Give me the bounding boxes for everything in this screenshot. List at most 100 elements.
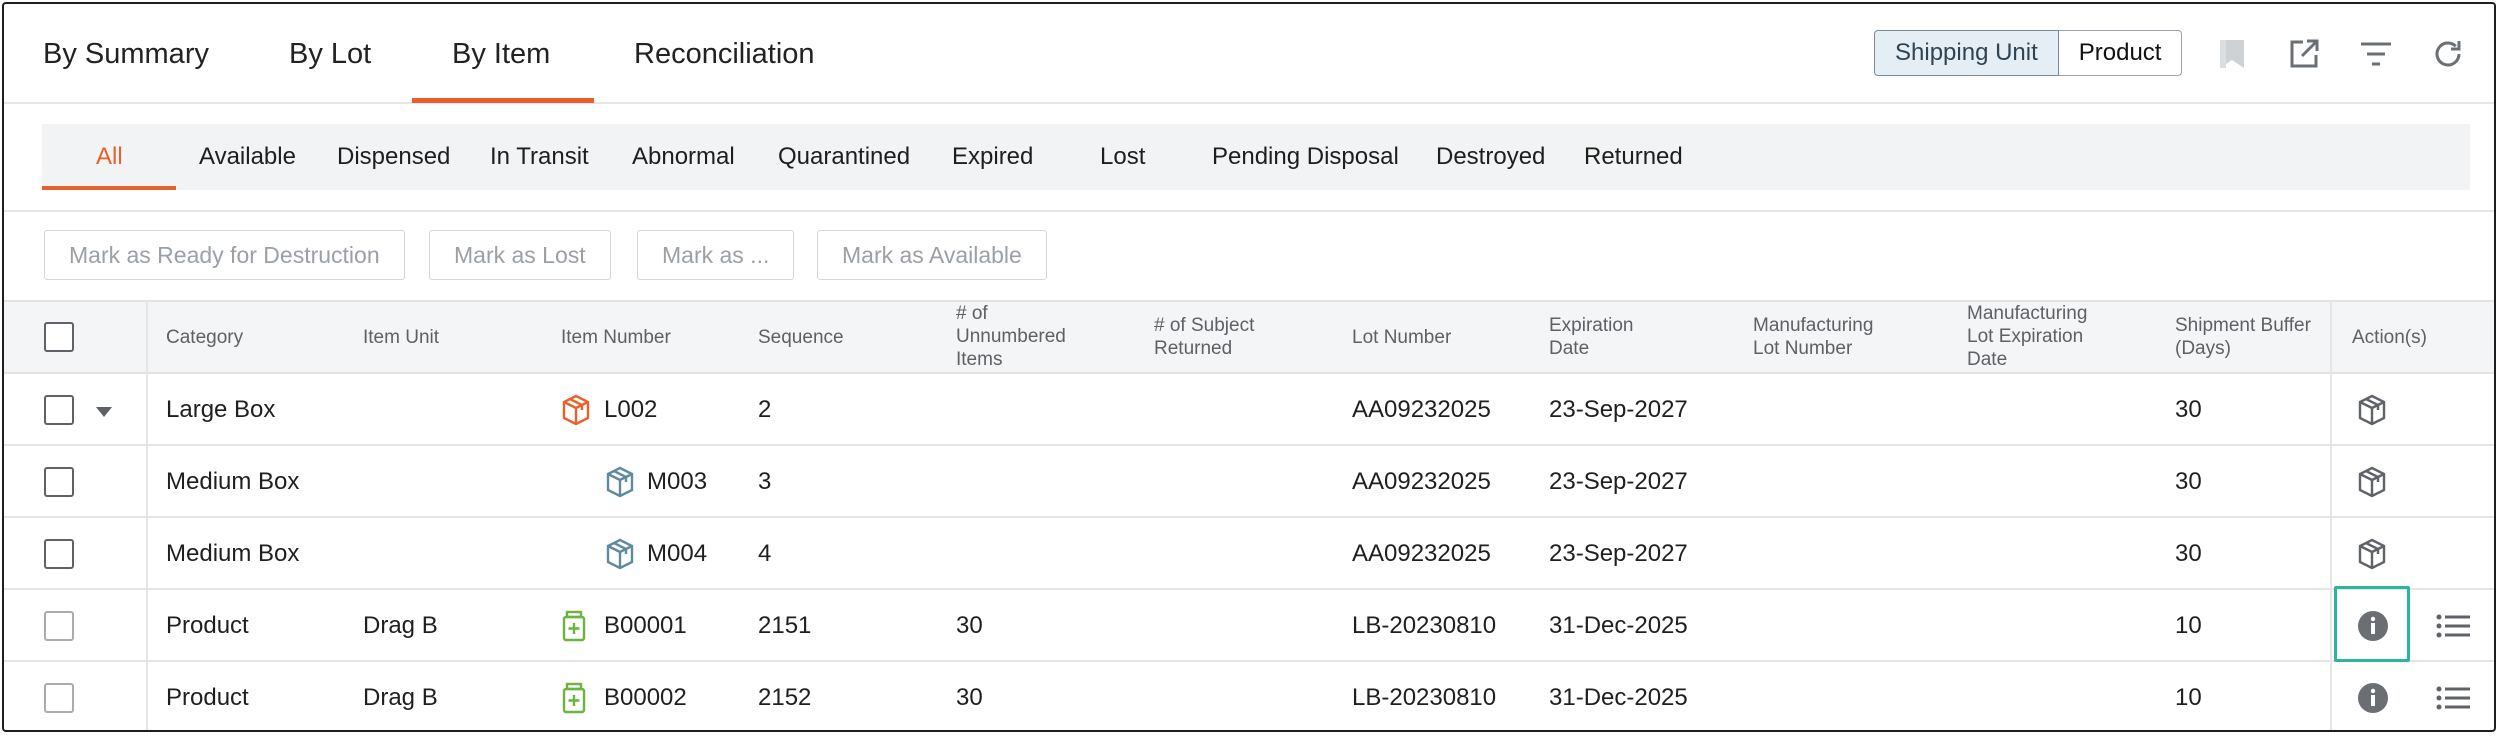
status-tab-pending-disposal[interactable]: Pending Disposal — [1212, 124, 1399, 190]
cube-icon — [605, 466, 635, 498]
tab-by-item[interactable]: By Item — [452, 4, 550, 104]
col-shipment-buffer-line: (Days) — [2175, 338, 2231, 359]
cell-item-number[interactable]: L002 — [604, 374, 657, 446]
tab-reconciliation[interactable]: Reconciliation — [634, 4, 815, 104]
cell-shipment-buffer: 30 — [2175, 396, 2202, 423]
row-checkbox[interactable] — [44, 395, 74, 425]
cell-item-number[interactable]: M003 — [647, 446, 707, 518]
row-checkbox[interactable] — [44, 467, 74, 497]
mark-as-available-button[interactable]: Mark as Available — [817, 230, 1047, 280]
col-shipment-buffer[interactable]: Shipment Buffer (Days) — [2175, 314, 2311, 360]
col-mfg-lot-exp-line: Date — [1967, 349, 2008, 370]
mark-as-lost-button[interactable]: Mark as Lost — [429, 230, 611, 280]
status-tab-returned[interactable]: Returned — [1584, 124, 1683, 190]
table-row[interactable]: Product Drag B B00002 2152 30 LB-2023081… — [4, 662, 2494, 730]
cell-item-number[interactable]: B00002 — [604, 662, 687, 730]
status-tab-lost[interactable]: Lost — [1100, 124, 1145, 190]
status-tab-all[interactable]: All — [96, 124, 123, 190]
cell-sequence: 4 — [758, 540, 772, 567]
cell-expiration: 23-Sep-2027 — [1549, 540, 1688, 567]
col-mfg-lot-expiration[interactable]: Manufacturing Lot Expiration Date — [1967, 302, 2087, 371]
top-tab-bar: By Summary By Lot By Item Reconciliation… — [4, 4, 2494, 104]
tab-by-summary[interactable]: By Summary — [43, 4, 209, 104]
inventory-panel: By Summary By Lot By Item Reconciliation… — [2, 2, 2496, 732]
active-tab-indicator — [412, 98, 594, 103]
col-expiration-line: Expiration — [1549, 315, 1634, 336]
tab-by-lot[interactable]: By Lot — [289, 4, 371, 104]
cell-lot-number: AA09232025 — [1352, 540, 1491, 567]
status-tab-abnormal[interactable]: Abnormal — [632, 124, 735, 190]
list-icon[interactable] — [2436, 614, 2470, 643]
cell-lot-number: AA09232025 — [1352, 468, 1491, 495]
info-icon-highlight — [2334, 586, 2410, 662]
col-expiration-date[interactable]: Expiration Date — [1549, 314, 1634, 360]
box-icon — [561, 394, 591, 426]
col-subject-returned-line: # of Subject — [1154, 315, 1255, 336]
row-checkbox[interactable] — [44, 683, 74, 713]
view-toggle: Shipping Unit Product — [1874, 30, 2183, 76]
cell-lot-number: LB-20230810 — [1352, 612, 1497, 639]
cell-expiration: 31-Dec-2025 — [1549, 612, 1688, 639]
row-checkbox[interactable] — [44, 539, 74, 569]
status-tab-dispensed[interactable]: Dispensed — [337, 124, 450, 190]
cell-sequence: 3 — [758, 468, 772, 495]
select-all-checkbox[interactable] — [44, 322, 74, 352]
table-row[interactable]: Medium Box M003 3 AA09232025 23-Sep-2027… — [4, 446, 2494, 518]
status-tab-destroyed[interactable]: Destroyed — [1436, 124, 1545, 190]
status-tab-in-transit[interactable]: In Transit — [490, 124, 589, 190]
column-divider — [2330, 518, 2332, 588]
filter-icon[interactable] — [2356, 34, 2396, 74]
mark-ready-for-destruction-button[interactable]: Mark as Ready for Destruction — [44, 230, 405, 280]
table-row[interactable]: Large Box L002 2 AA09232025 23-Sep-2027 … — [4, 374, 2494, 446]
col-mfg-lot-number[interactable]: Manufacturing Lot Number — [1753, 314, 1873, 360]
col-mfg-lot-line: Lot Number — [1753, 338, 1853, 359]
status-tab-expired[interactable]: Expired — [952, 124, 1033, 190]
col-category[interactable]: Category — [166, 326, 243, 349]
col-unnumbered-items[interactable]: # of Unnumbered Items — [956, 302, 1066, 371]
info-icon[interactable] — [2357, 682, 2389, 719]
cell-sequence: 2152 — [758, 684, 812, 711]
product-toggle[interactable]: Product — [2058, 30, 2183, 76]
col-unnumbered-line: Unnumbered — [956, 326, 1066, 347]
table-header: Category Item Unit Item Number Sequence … — [4, 300, 2494, 374]
column-divider — [2330, 446, 2332, 516]
cell-expiration: 23-Sep-2027 — [1549, 468, 1688, 495]
cell-unnumbered-items: 30 — [956, 612, 983, 639]
shipping-unit-toggle[interactable]: Shipping Unit — [1874, 30, 2059, 76]
cube-icon — [605, 538, 635, 570]
column-divider — [2330, 374, 2332, 444]
cell-lot-number: AA09232025 — [1352, 396, 1491, 423]
cell-item-unit: Drag B — [363, 684, 438, 711]
cell-shipment-buffer: 10 — [2175, 684, 2202, 711]
expand-caret-icon[interactable] — [96, 404, 112, 422]
column-divider — [146, 662, 148, 730]
col-sequence[interactable]: Sequence — [758, 326, 844, 349]
table-row[interactable]: Medium Box M004 4 AA09232025 23-Sep-2027… — [4, 518, 2494, 590]
status-tab-bar: All Available Dispensed In Transit Abnor… — [42, 124, 2470, 190]
package-icon[interactable] — [2357, 538, 2387, 570]
divider — [4, 210, 2494, 212]
package-icon[interactable] — [2357, 466, 2387, 498]
col-mfg-lot-exp-line: Lot Expiration — [1967, 326, 2084, 347]
cell-sequence: 2 — [758, 396, 772, 423]
refresh-icon[interactable] — [2428, 34, 2468, 74]
mark-as-more-button[interactable]: Mark as ... — [637, 230, 795, 280]
package-icon[interactable] — [2357, 394, 2387, 426]
col-unnumbered-line: # of — [956, 303, 988, 324]
status-tab-available[interactable]: Available — [199, 124, 296, 190]
row-checkbox[interactable] — [44, 611, 74, 641]
cell-item-number[interactable]: B00001 — [604, 590, 687, 662]
col-item-unit[interactable]: Item Unit — [363, 326, 439, 349]
bookmark-icon[interactable] — [2212, 34, 2252, 74]
column-divider — [2330, 302, 2332, 372]
table-row[interactable]: Product Drag B B00001 2151 30 LB-2023081… — [4, 590, 2494, 662]
col-subject-returned[interactable]: # of Subject Returned — [1154, 314, 1254, 360]
cell-category: Medium Box — [166, 540, 300, 567]
cell-item-number[interactable]: M004 — [647, 518, 707, 590]
list-icon[interactable] — [2436, 686, 2470, 715]
cell-item-unit: Drag B — [363, 612, 438, 639]
col-lot-number[interactable]: Lot Number — [1352, 326, 1451, 349]
status-tab-quarantined[interactable]: Quarantined — [778, 124, 910, 190]
col-item-number[interactable]: Item Number — [561, 326, 671, 349]
external-link-icon[interactable] — [2284, 34, 2324, 74]
